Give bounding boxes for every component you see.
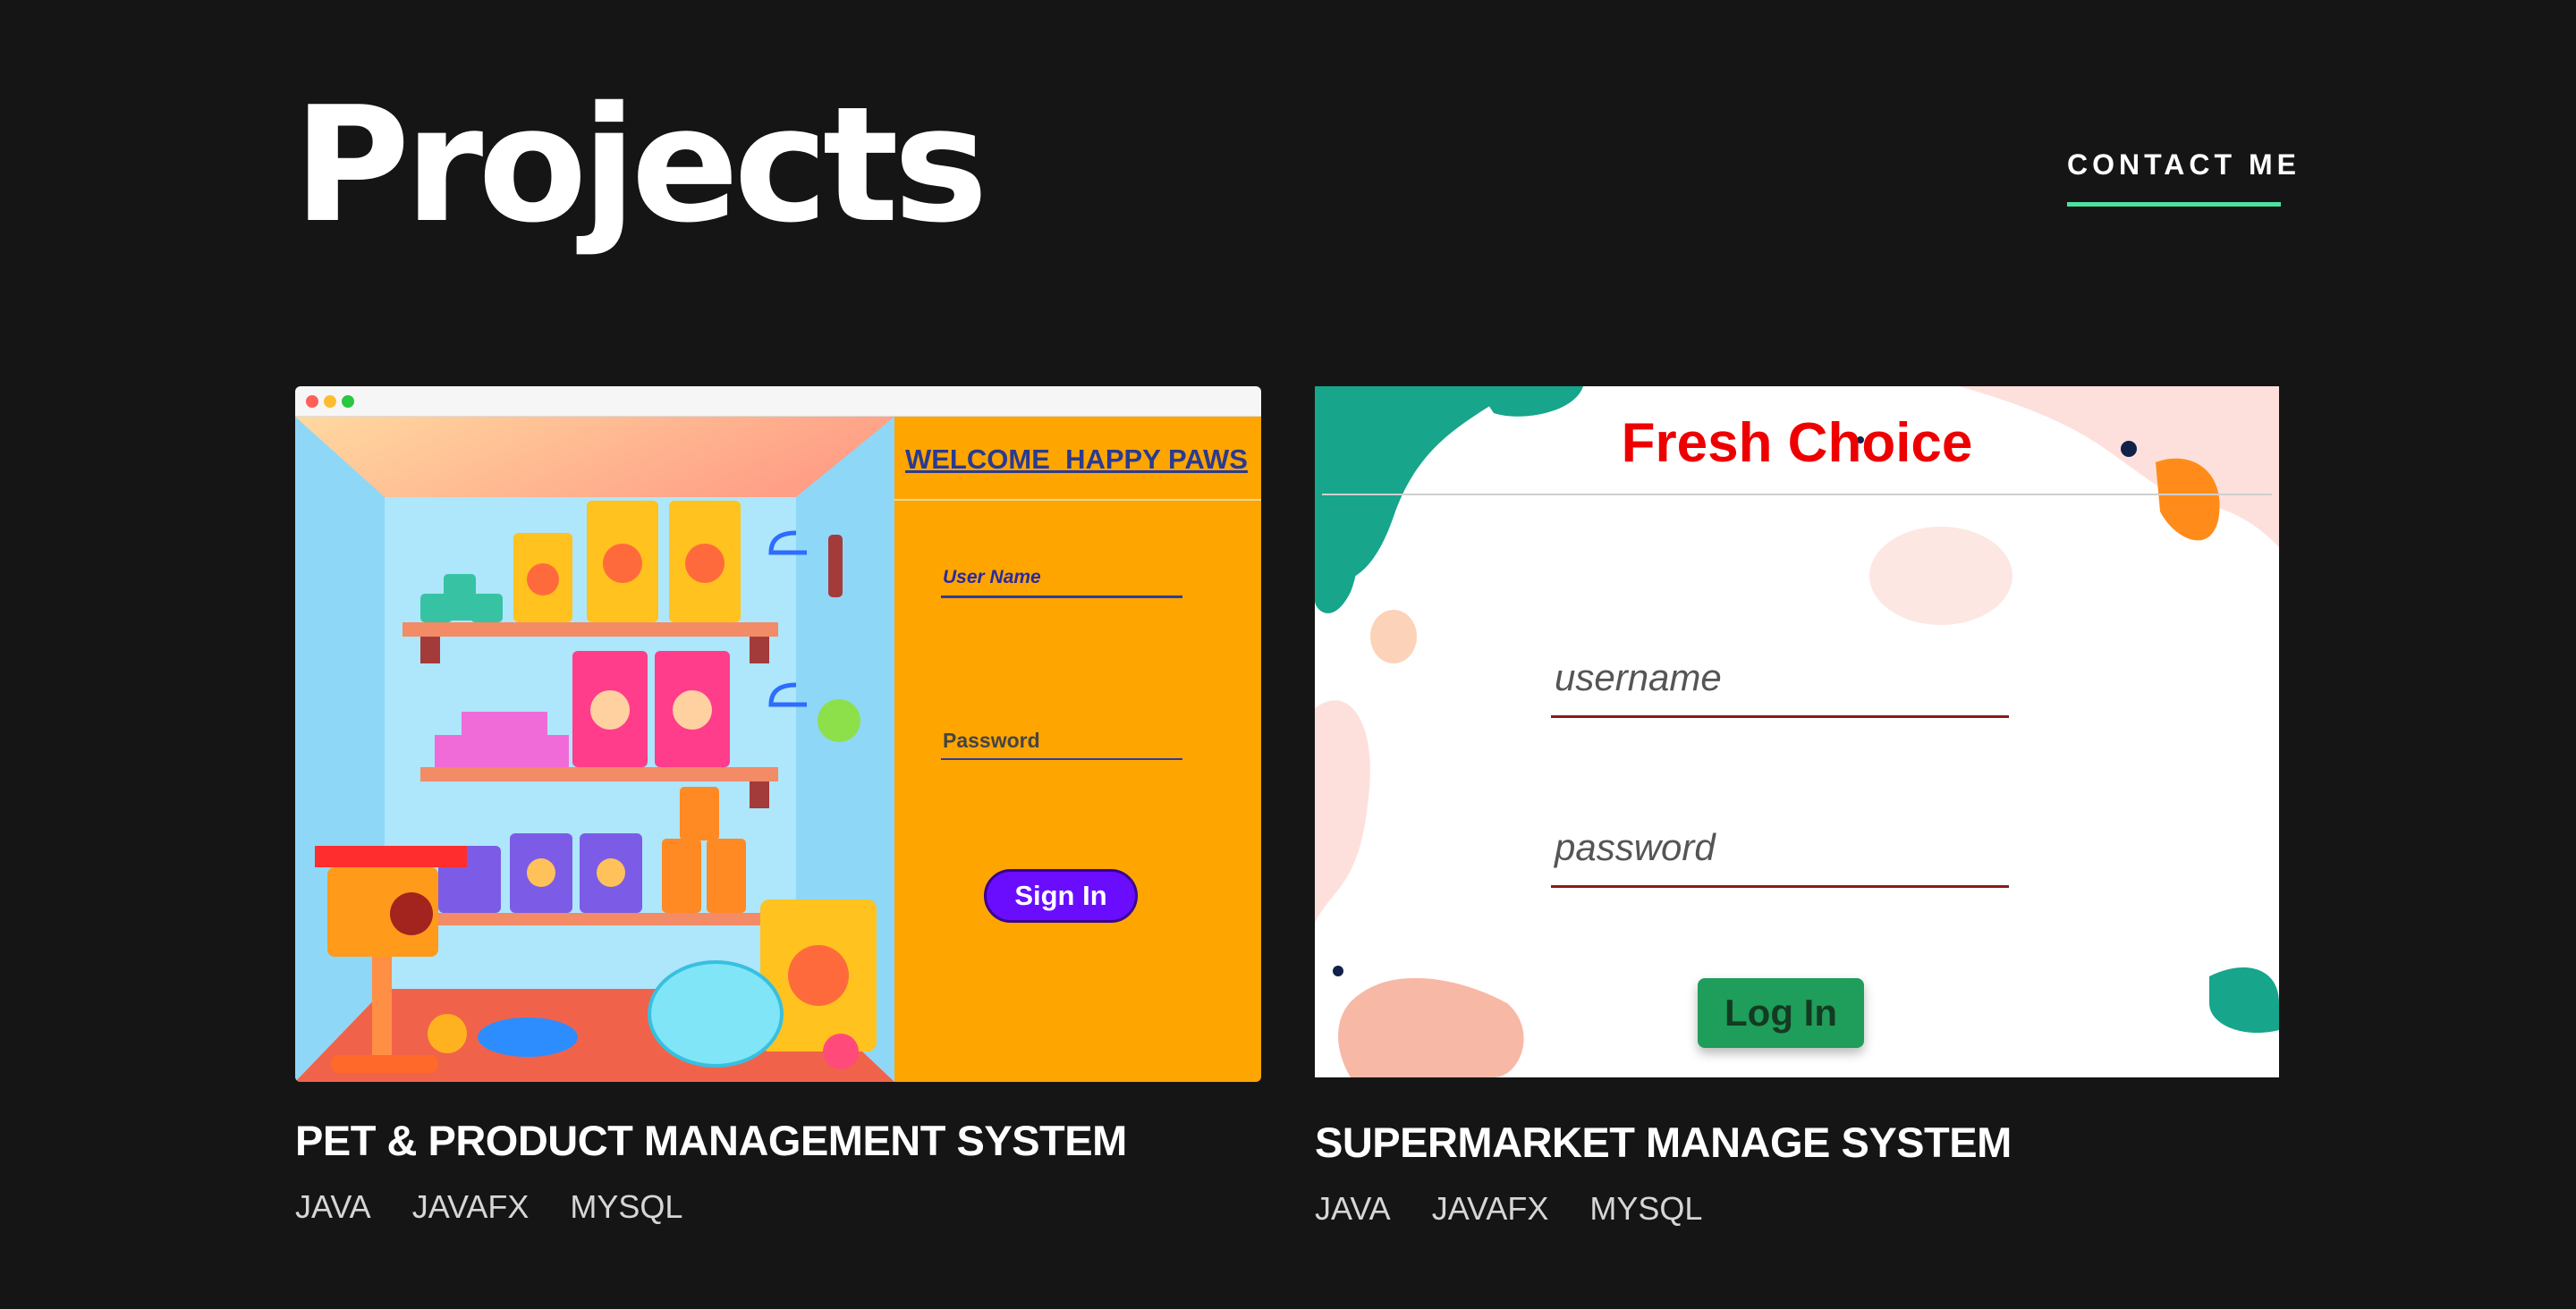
password-label: Password	[943, 729, 1040, 752]
supermarket-background-illustration	[1315, 386, 2279, 1077]
username-field-line	[941, 595, 1182, 598]
username-field-line	[1551, 715, 2009, 718]
tag-java: JAVA	[295, 1188, 371, 1225]
store-heading: Fresh Choice	[1621, 412, 1973, 474]
tag-javafx: JAVAFX	[411, 1188, 530, 1225]
page-title: Projects	[293, 72, 988, 258]
window-maximize-dot	[342, 395, 354, 408]
log-in-button: Log In	[1698, 978, 1864, 1048]
tag-java: JAVA	[1315, 1190, 1391, 1227]
project-thumbnail[interactable]: Fresh Choice username password Log In	[1315, 386, 2279, 1077]
username-label: User Name	[943, 567, 1041, 587]
username-placeholder: username	[1555, 656, 1722, 698]
tag-mysql: MYSQL	[1589, 1190, 1703, 1227]
project-card-pet-management: WELCOME HAPPY PAWS User Name Password Si…	[295, 386, 1261, 1226]
contact-me-link[interactable]: CONTACT ME	[2067, 148, 2301, 182]
project-card-supermarket: Fresh Choice username password Log In SU…	[1315, 386, 2279, 1228]
panel-divider	[894, 499, 1261, 501]
tag-javafx: JAVAFX	[1431, 1190, 1549, 1227]
window-minimize-dot	[324, 395, 336, 408]
project-thumbnail[interactable]: WELCOME HAPPY PAWS User Name Password Si…	[295, 386, 1261, 1082]
heading-divider	[1322, 494, 2272, 495]
project-title[interactable]: PET & PRODUCT MANAGEMENT SYSTEM	[295, 1116, 1261, 1165]
tag-mysql: MYSQL	[570, 1188, 683, 1225]
welcome-heading: WELCOME HAPPY PAWS	[905, 443, 1248, 475]
window-close-dot	[306, 395, 318, 408]
contact-underline	[2067, 202, 2281, 207]
pet-shop-illustration	[295, 417, 894, 1082]
password-field-line	[1551, 885, 2009, 888]
sign-in-button: Sign In	[984, 869, 1138, 923]
project-title[interactable]: SUPERMARKET MANAGE SYSTEM	[1315, 1118, 2279, 1167]
tech-tags: JAVA JAVAFX MYSQL	[295, 1188, 1261, 1226]
password-field-line	[941, 758, 1182, 760]
password-placeholder: password	[1555, 826, 1716, 868]
window-titlebar	[295, 386, 1261, 417]
login-panel: WELCOME HAPPY PAWS User Name Password Si…	[894, 417, 1261, 1082]
tech-tags: JAVA JAVAFX MYSQL	[1315, 1190, 2279, 1228]
